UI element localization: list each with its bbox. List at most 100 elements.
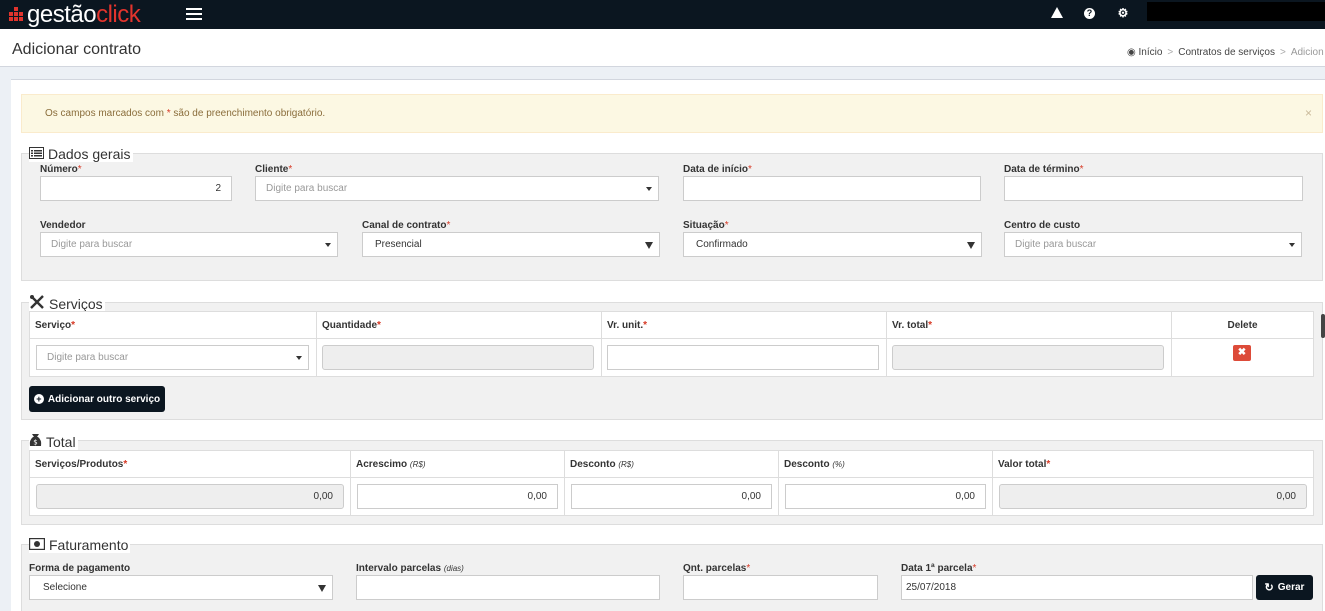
col-acrescimo: Acrescimo (R$) — [350, 450, 565, 478]
situacao-value: Confirmado — [696, 239, 748, 250]
col-acrescimo-label: Acrescimo — [356, 458, 408, 470]
numero-field[interactable]: 2 — [40, 176, 232, 201]
cliente-label-text: Cliente — [255, 164, 289, 175]
qnt-label: Qnt. parcelas* — [683, 563, 751, 574]
dados-gerais-title: Dados gerais — [48, 146, 131, 162]
col-vr-unit-label: Vr. unit. — [607, 319, 644, 331]
breadcrumb-contratos[interactable]: Contratos de serviços — [1178, 47, 1275, 58]
select-arrow-icon — [967, 242, 975, 249]
data-inicio-label-text: Data de início — [683, 164, 749, 175]
col-servico-label: Serviço — [35, 319, 72, 331]
col-desconto-pct-unit: (%) — [832, 459, 845, 469]
gerar-button[interactable]: ↻ Gerar — [1256, 575, 1313, 600]
svg-text:$: $ — [33, 439, 37, 447]
forma-label: Forma de pagamento — [29, 563, 130, 574]
acrescimo-field[interactable]: 0,00 — [357, 484, 558, 509]
desconto-value: 0,00 — [741, 491, 761, 502]
col-vr-total-label: Vr. total — [892, 319, 929, 331]
col-delete: Delete — [1171, 311, 1314, 339]
col-quantidade-label: Quantidade — [322, 319, 378, 331]
dados-gerais-section: Dados gerais — [21, 146, 1323, 281]
valor-total-field[interactable]: 0,00 — [999, 484, 1307, 509]
acrescimo-value: 0,00 — [527, 491, 547, 502]
col-desconto-pct-label: Desconto — [784, 458, 830, 470]
vendedor-placeholder: Digite para buscar — [51, 239, 133, 250]
quantidade-field[interactable] — [322, 345, 594, 370]
warning-icon[interactable] — [1051, 7, 1063, 18]
situacao-label-text: Situação — [683, 220, 725, 231]
total-legend: $ Total — [29, 433, 78, 450]
plus-circle-icon: + — [33, 394, 44, 404]
logo-icon — [8, 6, 24, 24]
chevron-down-icon — [325, 243, 331, 247]
vendedor-select[interactable]: Digite para buscar — [40, 232, 338, 257]
servico-select[interactable]: Digite para buscar — [36, 345, 309, 370]
table-header-row: Serviços/Produtos* Acrescimo (R$) Descon… — [29, 450, 1314, 478]
data-termino-label-text: Data de término — [1004, 164, 1080, 175]
situacao-label: Situação* — [683, 220, 729, 231]
col-desconto-pct: Desconto (%) — [778, 450, 993, 478]
faturamento-title: Faturamento — [49, 537, 129, 553]
delete-row-button[interactable]: ✖ — [1233, 345, 1251, 361]
table-header-row: Serviço* Quantidade* Vr. unit.* Vr. tota… — [29, 311, 1314, 339]
col-valor-total-label: Valor total — [998, 458, 1047, 470]
user-menu[interactable] — [1147, 2, 1325, 21]
alert-close-button[interactable]: × — [1305, 106, 1312, 120]
centro-select[interactable]: Digite para buscar — [1004, 232, 1302, 257]
select-arrow-icon — [645, 242, 653, 249]
centro-placeholder: Digite para buscar — [1015, 239, 1097, 250]
col-quantidade: Quantidade* — [316, 311, 602, 339]
menu-toggle-icon[interactable] — [186, 8, 202, 20]
cliente-label: Cliente* — [255, 164, 293, 175]
breadcrumb-home[interactable]: Início — [1139, 47, 1163, 58]
wrench-icon — [29, 295, 45, 312]
add-service-label: Adicionar outro serviço — [47, 393, 161, 405]
numero-label: Número* — [40, 164, 82, 175]
page-title: Adicionar contrato — [12, 41, 141, 58]
money-bag-icon: $ — [29, 433, 42, 450]
col-acrescimo-unit: (R$) — [409, 459, 426, 469]
logo-suffix: click — [96, 0, 141, 28]
refresh-icon: ↻ — [1264, 582, 1274, 594]
chevron-down-icon — [1289, 243, 1295, 247]
servico-placeholder: Digite para buscar — [47, 352, 129, 363]
intervalo-unit: (dias) — [443, 564, 464, 573]
alert-text-before: Os campos marcados com — [45, 108, 167, 119]
data1-field[interactable]: 25/07/2018 — [901, 575, 1253, 600]
cogs-icon[interactable]: ⚙ — [1116, 6, 1130, 20]
centro-label: Centro de custo — [1004, 220, 1080, 231]
servicos-total-value: 0,00 — [313, 491, 333, 502]
question-icon[interactable]: ? — [1084, 8, 1095, 19]
data1-label: Data 1ª parcela* — [901, 563, 977, 574]
forma-value: Selecione — [43, 582, 87, 593]
qnt-parcelas-field[interactable] — [683, 575, 878, 600]
col-servicos-produtos: Serviços/Produtos* — [29, 450, 351, 478]
faturamento-legend: Faturamento — [28, 537, 131, 553]
scrollbar-thumb[interactable] — [1321, 314, 1325, 338]
data-inicio-field[interactable] — [683, 176, 981, 201]
cliente-select[interactable]: Digite para buscar — [255, 176, 659, 201]
data1-value: 25/07/2018 — [906, 582, 957, 593]
servicos-total-field[interactable]: 0,00 — [36, 484, 344, 509]
forma-label-text: Forma de pagamento — [29, 563, 131, 574]
col-desconto-label: Desconto — [570, 458, 616, 470]
add-service-button[interactable]: + Adicionar outro serviço — [29, 386, 165, 412]
vr-total-field[interactable] — [892, 345, 1164, 370]
desconto-pct-field[interactable]: 0,00 — [785, 484, 986, 509]
data-termino-field[interactable] — [1004, 176, 1303, 201]
canal-select[interactable]: Presencial — [362, 232, 660, 257]
canal-label: Canal de contrato* — [362, 220, 451, 231]
vendedor-label: Vendedor — [40, 220, 86, 231]
forma-pagamento-select[interactable]: Selecione — [29, 575, 333, 600]
intervalo-field[interactable] — [356, 575, 660, 600]
desconto-field[interactable]: 0,00 — [571, 484, 772, 509]
logo[interactable]: gestãoclick — [8, 0, 141, 29]
canal-label-text: Canal de contrato — [362, 220, 447, 231]
required-fields-alert: Os campos marcados com * são de preenchi… — [21, 94, 1323, 133]
dashboard-icon: ◉ — [1127, 47, 1136, 58]
close-icon: ✖ — [1237, 347, 1247, 358]
servicos-legend: Serviços — [29, 295, 105, 312]
col-valor-total: Valor total* — [992, 450, 1314, 478]
vr-unit-field[interactable] — [607, 345, 879, 370]
situacao-select[interactable]: Confirmado — [683, 232, 982, 257]
